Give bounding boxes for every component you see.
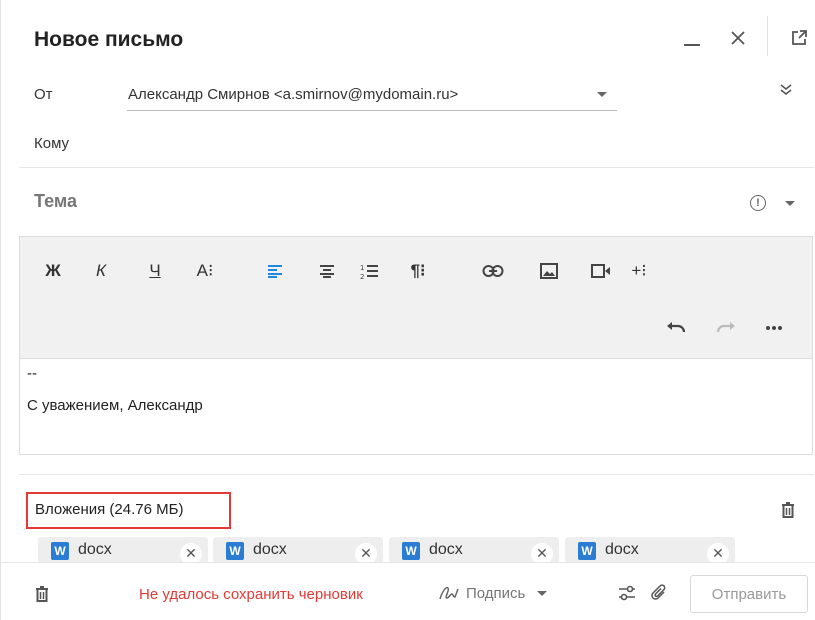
footer-divider — [1, 562, 815, 563]
paperclip-icon — [651, 584, 666, 600]
align-left-button[interactable] — [264, 260, 286, 282]
save-error-message: Не удалось сохранить черновик — [139, 586, 363, 603]
attach-file-button[interactable] — [651, 584, 667, 602]
svg-text:1: 1 — [360, 264, 364, 272]
format-toolbar: Ж К Ч A⁝ 1 2 ¶⁝ +⁝ — [20, 237, 812, 359]
signature-label: Подпись — [466, 584, 526, 602]
redo-icon — [716, 322, 735, 333]
insert-link-button[interactable] — [480, 260, 506, 282]
attachment-chip[interactable]: W docx ✕ — [565, 537, 735, 563]
attachments-divider — [19, 474, 814, 475]
attachment-name: docx — [429, 541, 463, 558]
video-icon — [591, 264, 610, 278]
from-select-underline — [127, 110, 617, 111]
word-file-icon: W — [578, 542, 596, 560]
word-file-icon: W — [402, 542, 420, 560]
undo-icon — [667, 322, 686, 333]
plus-icon: +⁝ — [631, 261, 647, 280]
redo-button[interactable] — [714, 317, 738, 339]
underline-button[interactable]: Ч — [144, 260, 166, 282]
window-title: Новое письмо — [34, 28, 184, 51]
remove-attachment-icon[interactable]: ✕ — [355, 543, 377, 563]
signature-button[interactable]: Подпись — [438, 584, 548, 602]
message-editor[interactable]: Ж К Ч A⁝ 1 2 ¶⁝ +⁝ -- С уважением, Алекс… — [19, 236, 813, 455]
attachment-chip[interactable]: W docx ✕ — [38, 537, 208, 563]
from-chevron-down-icon[interactable] — [597, 92, 607, 97]
insert-more-button[interactable]: +⁝ — [626, 260, 652, 282]
subject-input[interactable]: Тема — [34, 191, 77, 212]
to-label[interactable]: Кому — [34, 135, 69, 152]
compose-window: Новое письмо От Александр Смирнов <a.smi… — [0, 0, 815, 620]
remove-attachment-icon[interactable]: ✕ — [707, 543, 729, 563]
paragraph-icon: ¶⁝ — [410, 261, 426, 280]
attachment-chip[interactable]: W docx ✕ — [389, 537, 559, 563]
word-file-icon: W — [51, 542, 69, 560]
signature-chevron-down-icon — [537, 590, 548, 596]
attachment-name: docx — [605, 541, 639, 558]
importance-chevron-down-icon[interactable] — [785, 201, 795, 206]
compose-header: Новое письмо — [1, 0, 815, 72]
image-icon — [540, 263, 558, 279]
font-size-button[interactable]: A⁝ — [190, 260, 220, 282]
expand-fields-icon[interactable] — [779, 83, 793, 97]
align-left-icon — [268, 265, 282, 278]
settings-sliders-icon — [619, 585, 635, 601]
from-label: От — [34, 86, 53, 103]
svg-text:2: 2 — [360, 273, 364, 280]
close-button[interactable] — [724, 24, 752, 52]
trash-icon — [782, 502, 794, 518]
align-center-button[interactable] — [316, 260, 338, 282]
delete-attachments-button[interactable] — [781, 502, 795, 518]
italic-button[interactable]: К — [90, 260, 112, 282]
minimize-button[interactable] — [678, 24, 706, 52]
insert-image-button[interactable] — [537, 260, 561, 282]
remove-attachment-icon[interactable]: ✕ — [531, 543, 553, 563]
signature-icon — [439, 586, 459, 600]
send-options-button[interactable] — [618, 585, 636, 601]
to-divider — [19, 167, 814, 168]
close-icon — [731, 31, 745, 45]
paragraph-button[interactable]: ¶⁝ — [404, 260, 432, 282]
insert-video-button[interactable] — [589, 260, 613, 282]
minimize-icon — [684, 44, 700, 46]
attachment-name: docx — [253, 541, 287, 558]
external-window-icon — [792, 30, 807, 45]
from-select[interactable]: Александр Смирнов <a.smirnov@mydomain.ru… — [128, 86, 458, 103]
bold-button[interactable]: Ж — [42, 260, 64, 282]
remove-attachment-icon[interactable]: ✕ — [180, 543, 202, 563]
numbered-list-button[interactable]: 1 2 — [356, 260, 382, 282]
open-in-new-window-button[interactable] — [785, 24, 813, 52]
discard-draft-button[interactable] — [35, 586, 49, 602]
undo-button[interactable] — [664, 317, 688, 339]
attachments-label: Вложения (24.76 МБ) — [35, 501, 184, 518]
attachment-name: docx — [78, 541, 112, 558]
send-button[interactable]: Отправить — [690, 575, 808, 613]
attachment-chip[interactable]: W docx ✕ — [213, 537, 383, 563]
more-icon — [766, 326, 782, 330]
trash-icon — [36, 586, 48, 602]
header-divider — [767, 16, 768, 56]
word-file-icon: W — [226, 542, 244, 560]
importance-icon[interactable]: ! — [750, 195, 766, 211]
link-icon — [482, 265, 504, 277]
numbered-list-icon: 1 2 — [360, 264, 378, 280]
align-center-icon — [320, 265, 334, 278]
signature-separator: -- — [27, 365, 37, 382]
more-options-button[interactable] — [762, 317, 786, 339]
signature-text: С уважением, Александр — [27, 397, 203, 414]
